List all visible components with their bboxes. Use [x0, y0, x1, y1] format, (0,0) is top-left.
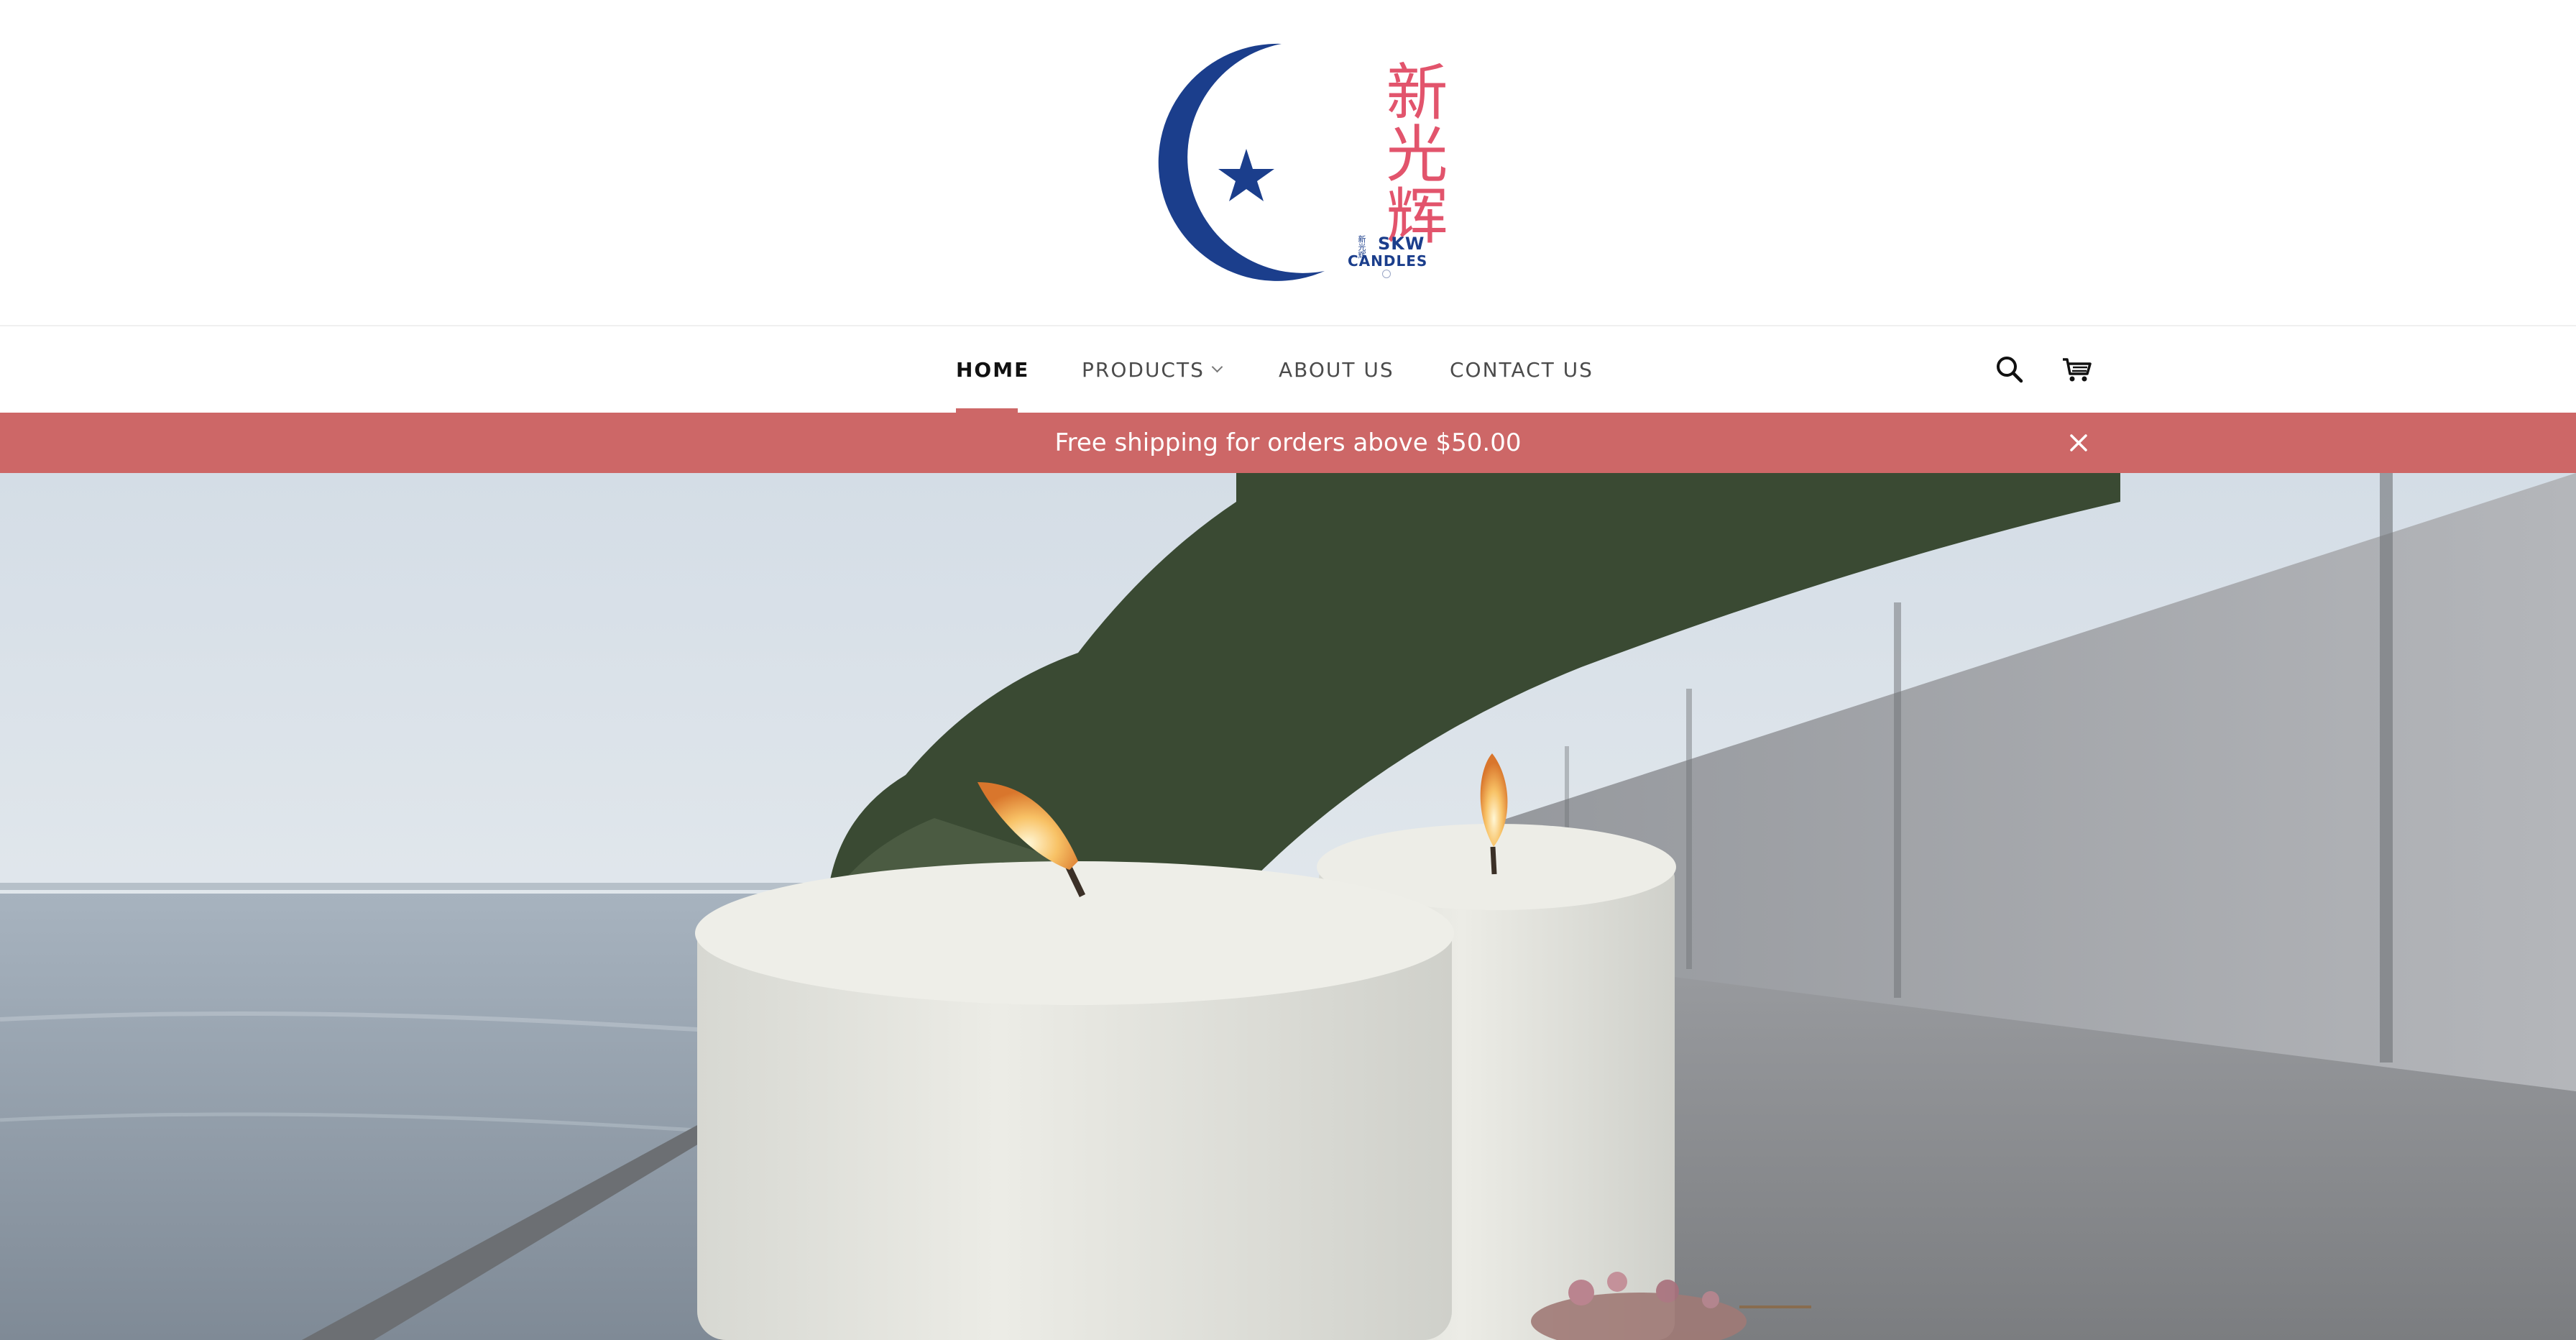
search-icon[interactable]	[1992, 352, 2027, 387]
nav-item-contact-us[interactable]: CONTACT US	[1450, 358, 1593, 382]
announcement-bar: Free shipping for orders above $50.00	[0, 413, 2576, 473]
hero-banner	[0, 473, 2576, 1340]
main-navigation: HOME PRODUCTS ABOUT US CONTACT US	[0, 325, 2576, 414]
announcement-text: Free shipping for orders above $50.00	[1054, 428, 1522, 457]
logo-chinese-text: 新光辉	[1375, 60, 1447, 245]
cart-icon[interactable]	[2060, 352, 2094, 387]
logo-brand-candles: CANDLES	[1348, 252, 1428, 270]
chevron-down-icon	[1211, 361, 1223, 373]
nav-item-contact-label: CONTACT US	[1450, 358, 1593, 382]
nav-item-about-label: ABOUT US	[1279, 358, 1394, 382]
nav-item-products-label: PRODUCTS	[1082, 358, 1205, 382]
hero-candles-image	[0, 473, 2576, 1340]
nav-item-products[interactable]: PRODUCTS	[1082, 358, 1223, 382]
logo-brand-skw: SKW	[1378, 234, 1425, 254]
trademark-icon	[1382, 270, 1391, 278]
nav-item-home-label: HOME	[956, 358, 1030, 382]
nav-item-about-us[interactable]: ABOUT US	[1279, 358, 1394, 382]
site-header: 新光辉 新光辉 SKW CANDLES	[0, 0, 2576, 325]
logo[interactable]: 新光辉 新光辉 SKW CANDLES	[1154, 40, 1447, 291]
close-icon[interactable]	[2064, 428, 2093, 457]
crescent-moon-star-icon	[1158, 43, 1325, 281]
nav-item-home[interactable]: HOME	[956, 358, 1029, 382]
